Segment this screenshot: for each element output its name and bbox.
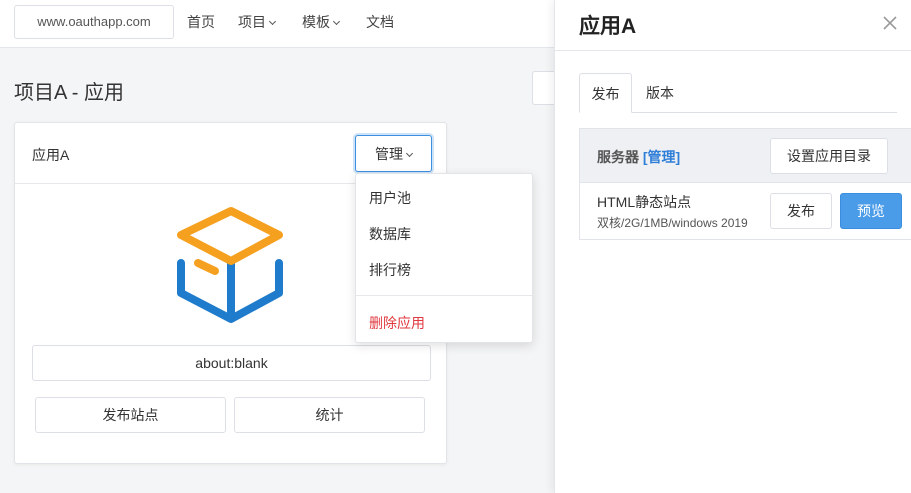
stats-button[interactable]: 统计 [234,397,425,433]
publish-button[interactable]: 发布 [770,193,832,229]
server-table-header: 服务器 [管理] 设置应用目录 [580,129,911,183]
menu-item-leaderboard[interactable]: 排行榜 [369,260,411,280]
server-spec: 双核/2G/1MB/windows 2019 [597,216,748,230]
chevron-down-icon [332,17,341,26]
server-header-text: 服务器 [597,149,639,165]
menu-item-delete-app[interactable]: 删除应用 [369,313,425,333]
nav-docs[interactable]: 文档 [366,12,394,32]
chevron-down-icon [268,17,277,26]
tab-versions[interactable]: 版本 [639,73,681,113]
menu-divider [356,295,532,296]
chevron-down-icon [405,149,414,157]
drawer-title: 应用A [579,15,637,38]
preview-button[interactable]: 预览 [840,193,902,229]
app-card-title: 应用A [32,147,70,163]
top-navbar: www.oauthapp.com 首页 项目 模板 文档 [0,0,560,48]
manage-dropdown-button[interactable]: 管理 [355,135,432,172]
tab-publish[interactable]: 发布 [579,73,632,113]
menu-item-user-pool[interactable]: 用户池 [369,188,411,208]
close-icon[interactable] [882,15,898,31]
nav-templates[interactable]: 模板 [302,12,341,32]
drawer-divider [555,50,911,51]
menu-item-database[interactable]: 数据库 [369,224,411,244]
server-name: HTML静态站点 [597,194,692,210]
nav-projects[interactable]: 项目 [238,12,277,32]
manage-servers-link[interactable]: [管理] [643,149,680,165]
manage-dropdown-menu: 用户池 数据库 排行榜 删除应用 [355,173,533,343]
manage-button-label: 管理 [375,145,403,162]
server-header-label: 服务器 [管理] [597,147,680,167]
nav-home[interactable]: 首页 [187,12,215,32]
publish-site-button[interactable]: 发布站点 [35,397,226,433]
app-url-field[interactable]: about:blank [32,345,431,381]
page-title: 项目A - 应用 [14,82,125,104]
server-table: 服务器 [管理] 设置应用目录 HTML静态站点 双核/2G/1MB/windo… [579,128,911,240]
nav-projects-label: 项目 [238,14,266,30]
nav-templates-label: 模板 [302,14,330,30]
app-box-icon [177,207,283,323]
set-app-directory-button[interactable]: 设置应用目录 [770,138,888,174]
app-detail-drawer: 应用A 发布 版本 服务器 [管理] 设置应用目录 HTML静态站点 双核/2G… [554,0,911,493]
site-url-box[interactable]: www.oauthapp.com [14,5,174,39]
